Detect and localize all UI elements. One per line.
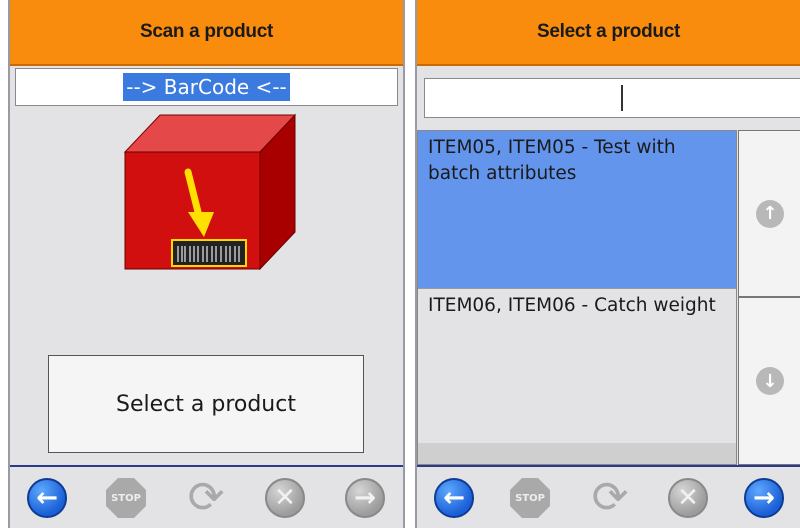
scroll-up-button[interactable]: ↑ [738, 130, 800, 297]
cancel-button[interactable]: ✕ [663, 473, 713, 523]
cancel-button[interactable]: ✕ [260, 473, 310, 523]
list-item-label: ITEM05, ITEM05 - Test with batch attribu… [428, 137, 676, 184]
cancel-icon: ✕ [668, 478, 708, 518]
scroll-up-icon: ↑ [756, 199, 784, 228]
text-caret [621, 85, 623, 111]
select-product-screen: Select a product ITEM05, ITEM05 - Test w… [415, 0, 800, 528]
scan-product-screen: Scan a product --> BarCode <-- Select a … [8, 0, 405, 528]
cancel-icon: ✕ [265, 478, 305, 518]
stop-button[interactable]: STOP [101, 473, 151, 523]
box-barcode-illustration [123, 113, 297, 271]
forward-button[interactable]: → [739, 473, 789, 523]
back-button[interactable]: ← [22, 473, 72, 523]
product-search-input[interactable] [424, 78, 800, 118]
refresh-icon: ⟳ [187, 472, 225, 523]
barcode-input-value: --> BarCode <-- [123, 73, 290, 101]
refresh-button[interactable]: ⟳ [181, 473, 231, 523]
refresh-button[interactable]: ⟳ [585, 473, 635, 523]
page-title: Scan a product [10, 0, 403, 66]
select-product-button[interactable]: Select a product [48, 355, 364, 453]
stop-button[interactable]: STOP [505, 473, 555, 523]
back-arrow-icon: ← [27, 478, 67, 518]
forward-arrow-icon: → [345, 478, 385, 518]
bottom-toolbar: ← STOP ⟳ ✕ → [417, 465, 800, 528]
scroll-down-icon: ↓ [756, 367, 784, 395]
list-item-label: ITEM06, ITEM06 - Catch weight [428, 295, 716, 316]
bottom-toolbar: ← STOP ⟳ ✕ → [10, 465, 403, 528]
scroll-down-button[interactable]: ↓ [738, 297, 800, 465]
back-arrow-icon: ← [434, 478, 474, 518]
list-item[interactable]: ITEM05, ITEM05 - Test with batch attribu… [418, 131, 736, 288]
stop-icon: STOP [106, 478, 146, 518]
forward-button[interactable]: → [340, 473, 390, 523]
stop-icon: STOP [510, 478, 550, 518]
page-title: Select a product [417, 0, 800, 66]
product-list: ITEM05, ITEM05 - Test with batch attribu… [417, 130, 737, 465]
list-item[interactable]: ITEM06, ITEM06 - Catch weight [418, 288, 736, 443]
barcode-input[interactable]: --> BarCode <-- [15, 68, 398, 106]
forward-arrow-icon: → [744, 478, 784, 518]
refresh-icon: ⟳ [591, 472, 629, 523]
back-button[interactable]: ← [429, 473, 479, 523]
